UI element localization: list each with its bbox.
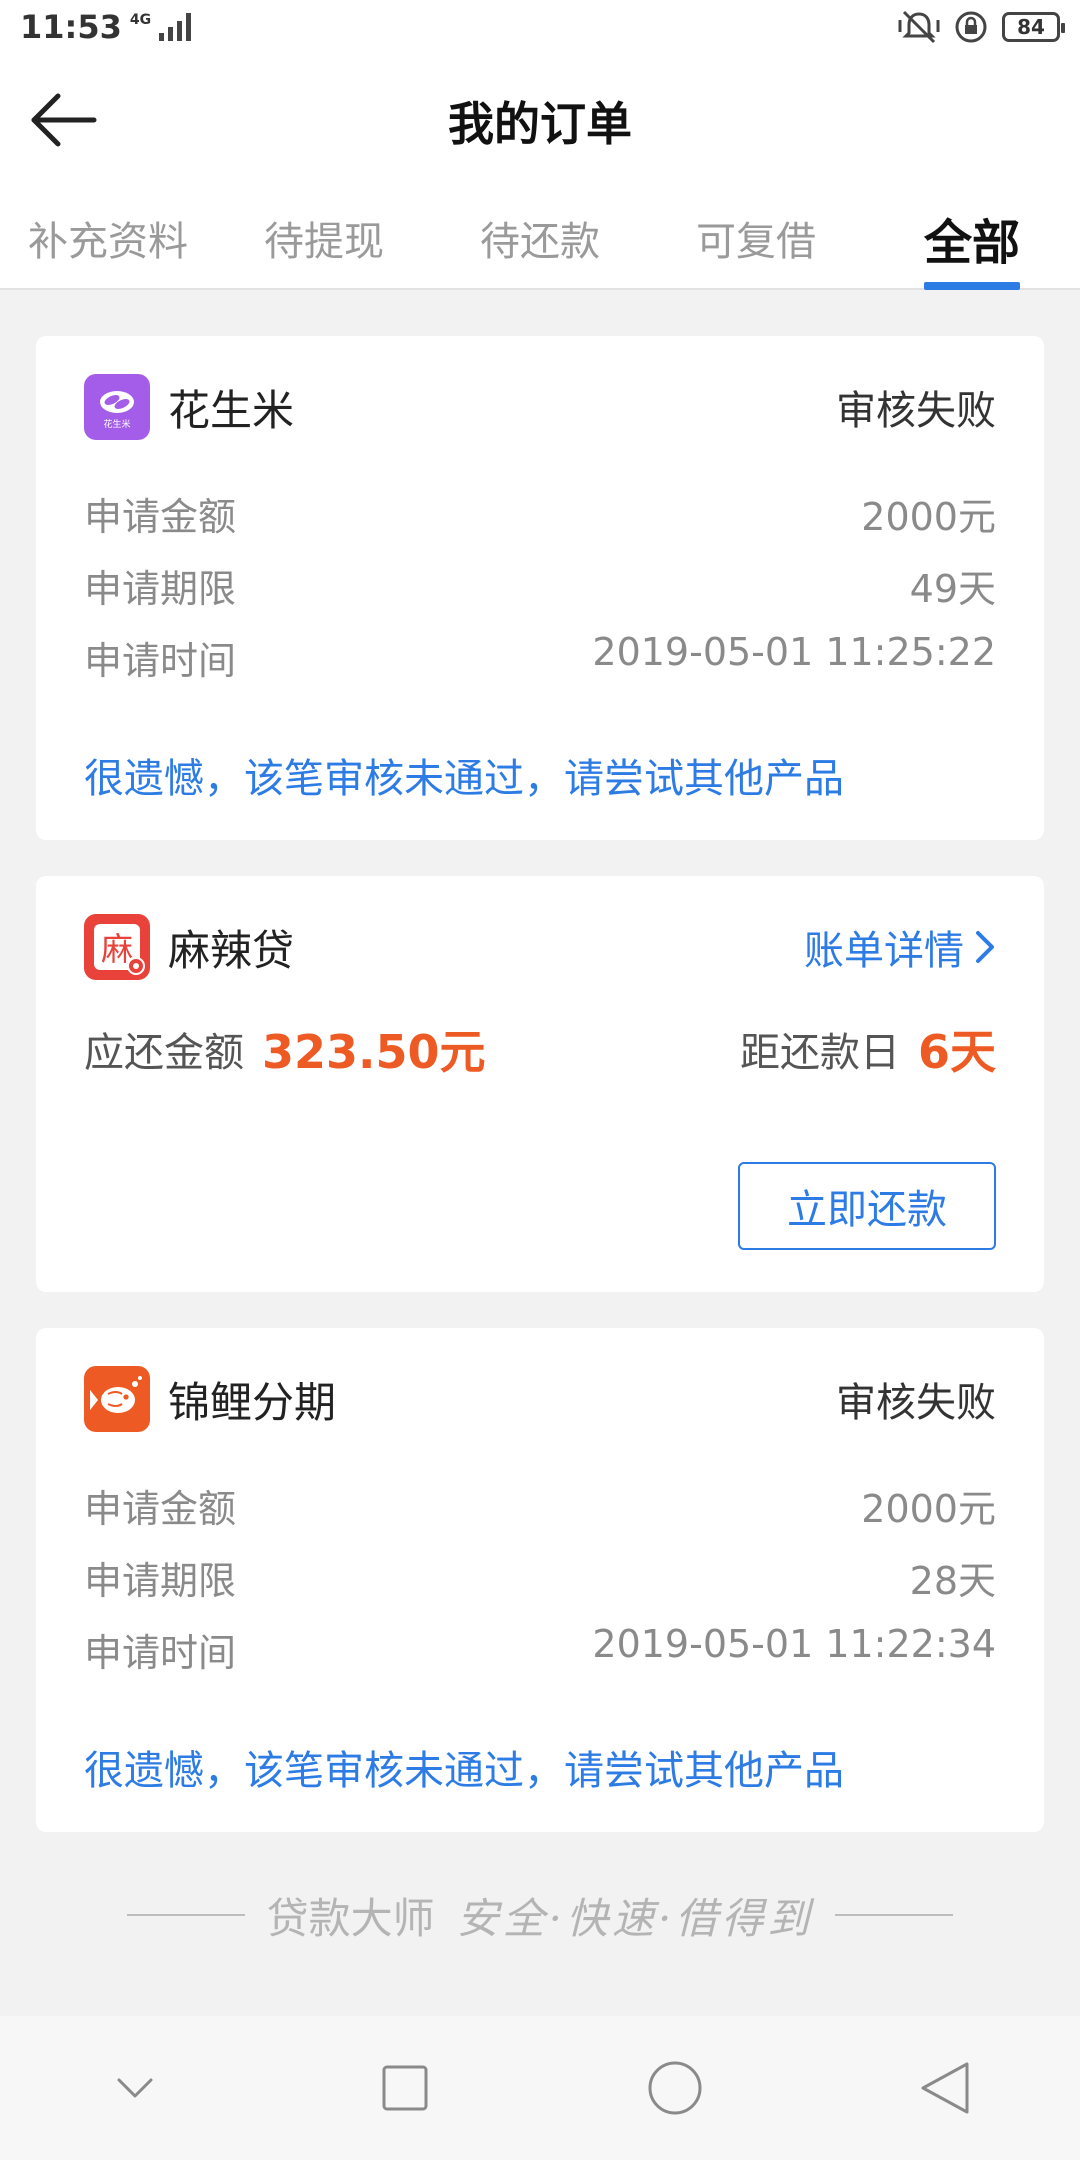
status-left: 11:53 4G — [20, 8, 193, 46]
repay-now-button[interactable]: 立即还款 — [738, 1162, 996, 1250]
status-badge: 审核失败 — [836, 388, 996, 434]
card-header: 花生米 花生米 审核失败 — [84, 374, 996, 440]
due-amount-value: 323.50元 — [262, 1025, 486, 1079]
row-label: 申请时间 — [84, 639, 237, 683]
tab-pending-withdrawal[interactable]: 待提现 — [216, 188, 432, 288]
circle-icon — [648, 2061, 702, 2115]
product-name: 麻辣贷 — [168, 925, 295, 975]
logo-text: 花生米 — [103, 418, 130, 430]
days-left-value: 6天 — [917, 1025, 996, 1079]
rotation-lock-icon — [955, 11, 987, 43]
back-button[interactable] — [28, 90, 98, 150]
mute-vibrate-icon — [898, 10, 940, 44]
bill-details-link[interactable]: 账单详情 — [804, 918, 996, 976]
row-value: 49天 — [909, 567, 996, 611]
status-bar: 11:53 4G 84 — [0, 0, 1080, 54]
order-card[interactable]: 花生米 花生米 审核失败 申请金额 2000元 申请期限 49天 申请时间 20… — [36, 336, 1044, 840]
page: 11:53 4G 84 我的订单 补充资料 待提现 待还款 可复借 全部 花生米… — [0, 0, 1080, 2160]
row-label: 申请金额 — [84, 495, 237, 539]
info-row: 申请金额 2000元 — [84, 1478, 996, 1533]
row-label: 申请期限 — [84, 1559, 237, 1603]
info-row: 申请期限 28天 — [84, 1550, 996, 1605]
chevron-down-icon — [117, 2078, 153, 2098]
due-amount-label: 应还金额 — [84, 1030, 244, 1076]
row-value: 28天 — [909, 1559, 996, 1603]
product-name: 锦鲤分期 — [168, 1377, 337, 1427]
tab-bar: 补充资料 待提现 待还款 可复借 全部 — [0, 188, 1080, 290]
peanut-icon: 花生米 — [100, 391, 134, 430]
nav-back-button[interactable] — [900, 2043, 990, 2133]
nav-collapse-button[interactable] — [90, 2043, 180, 2133]
status-right: 84 — [898, 10, 1065, 44]
status-time: 11:53 — [20, 8, 122, 46]
order-card[interactable]: 麻 麻辣贷 账单详情 应还金额 323.50元 距还款日 6天 立即还款 — [36, 876, 1044, 1292]
info-row: 申请金额 2000元 — [84, 486, 996, 541]
tab-all[interactable]: 全部 — [864, 188, 1080, 288]
due-row: 应还金额 323.50元 距还款日 6天 — [84, 1016, 996, 1082]
product-name: 花生米 — [168, 385, 295, 435]
malaidai-logo-icon: 麻 — [94, 924, 145, 975]
card-header: 锦鲤分期 审核失败 — [84, 1366, 996, 1432]
triangle-back-icon — [921, 2062, 969, 2114]
network-type: 4G — [129, 12, 152, 28]
info-row: 申请期限 49天 — [84, 558, 996, 613]
nav-home-button[interactable] — [630, 2043, 720, 2133]
info-row: 申请时间 2019-05-01 11:25:22 — [84, 630, 996, 685]
square-icon — [382, 2065, 428, 2111]
divider-line — [835, 1914, 954, 1916]
chevron-right-icon — [976, 931, 994, 963]
rejection-notice: 很遗憾，该笔审核未通过，请尝试其他产品 — [84, 1748, 844, 1794]
rejection-notice: 很遗憾，该笔审核未通过，请尝试其他产品 — [84, 756, 844, 802]
app-logo-malaidai: 麻 — [84, 914, 150, 980]
card-header: 麻 麻辣贷 账单详情 — [84, 914, 996, 980]
row-label: 申请金额 — [84, 1487, 237, 1531]
tab-supplement-info[interactable]: 补充资料 — [0, 188, 216, 288]
order-card[interactable]: 锦鲤分期 审核失败 申请金额 2000元 申请期限 28天 申请时间 2019-… — [36, 1328, 1044, 1832]
bill-details-label: 账单详情 — [804, 928, 964, 974]
page-title: 我的订单 — [448, 97, 632, 151]
row-label: 申请期限 — [84, 567, 237, 611]
header: 我的订单 — [0, 54, 1080, 188]
signal-icon — [159, 13, 192, 41]
battery-icon: 84 — [1002, 12, 1065, 42]
app-logo-huashengmi: 花生米 — [84, 374, 150, 440]
row-value: 2019-05-01 11:22:34 — [592, 1622, 996, 1666]
tab-pending-repayment[interactable]: 待还款 — [432, 188, 648, 288]
koi-fish-icon — [90, 1376, 142, 1413]
due-amount-group: 应还金额 323.50元 — [84, 1016, 486, 1082]
system-nav-bar — [0, 2016, 1080, 2160]
app-logo-jinlifenqi — [84, 1366, 150, 1432]
status-badge: 审核失败 — [836, 1380, 996, 1426]
row-label: 申请时间 — [84, 1631, 237, 1675]
row-value: 2019-05-01 11:25:22 — [592, 630, 996, 674]
divider-line — [126, 1914, 245, 1916]
arrow-left-icon — [31, 93, 97, 147]
row-value: 2000元 — [861, 1487, 996, 1531]
info-row: 申请时间 2019-05-01 11:22:34 — [84, 1622, 996, 1677]
footer-slogan: 贷款大师 安全·快速·借得到 — [0, 1880, 1080, 1950]
days-left-label: 距还款日 — [739, 1030, 900, 1076]
brand-name: 贷款大师 — [266, 1893, 435, 1943]
row-value: 2000元 — [861, 495, 996, 539]
days-left-group: 距还款日 6天 — [740, 1016, 996, 1082]
brand-motto: 安全·快速·借得到 — [456, 1893, 814, 1943]
nav-recents-button[interactable] — [360, 2043, 450, 2133]
tab-reborrow[interactable]: 可复借 — [648, 188, 864, 288]
